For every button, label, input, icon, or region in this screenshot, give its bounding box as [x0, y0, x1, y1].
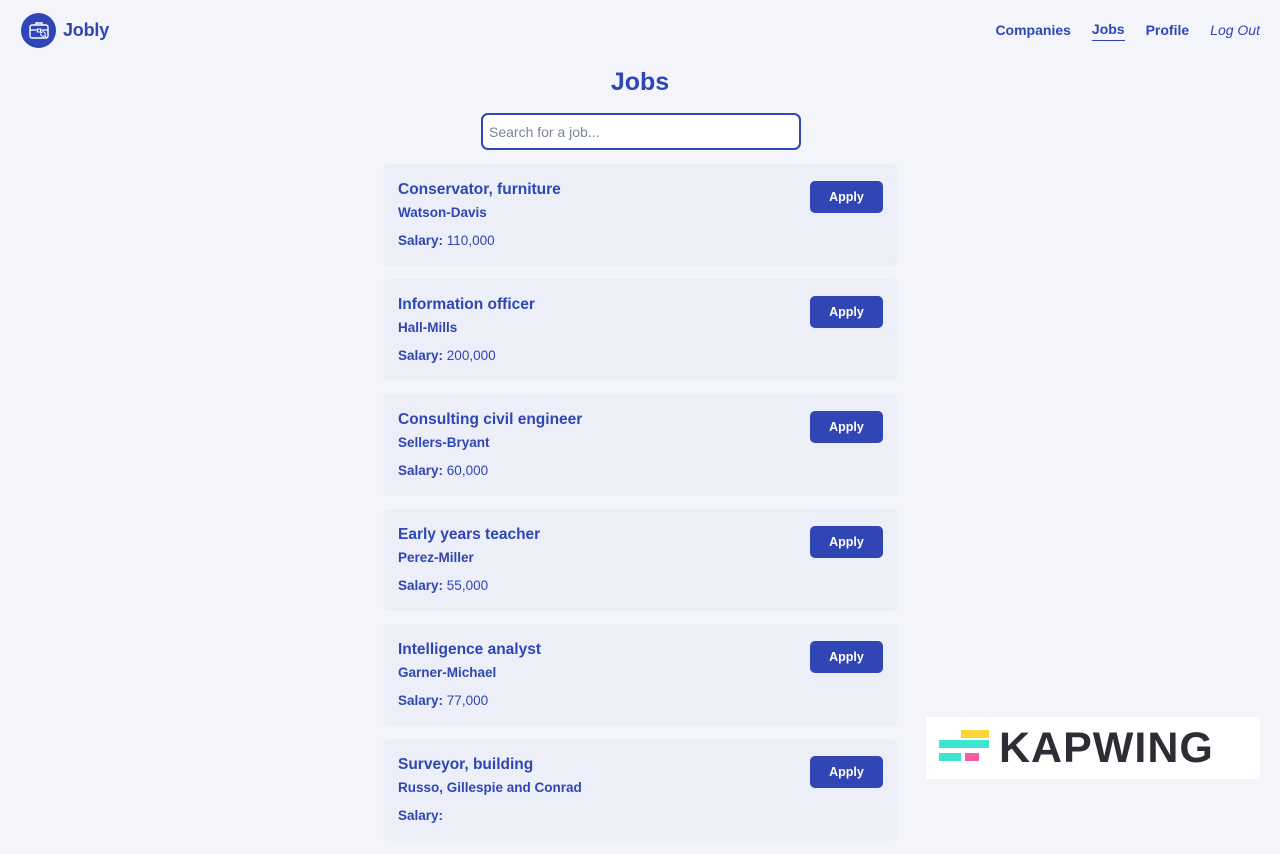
salary-label: Salary:: [398, 348, 444, 363]
job-card: Information officer Hall-Mills Salary: 2…: [384, 279, 897, 380]
navbar: Jobly Companies Jobs Profile Log Out: [0, 0, 1280, 60]
job-title: Information officer: [398, 296, 535, 313]
job-card: Surveyor, building Russo, Gillespie and …: [384, 739, 897, 840]
job-title: Intelligence analyst: [398, 641, 541, 658]
job-list: Conservator, furniture Watson-Davis Sala…: [384, 164, 897, 854]
salary-label: Salary:: [398, 463, 444, 478]
salary-value: 200,000: [446, 348, 496, 363]
brand-link[interactable]: Jobly: [21, 12, 109, 48]
job-salary: Salary: 77,000: [398, 693, 488, 708]
job-title: Consulting civil engineer: [398, 411, 583, 428]
job-salary: Salary: 110,000: [398, 233, 495, 248]
salary-label: Salary:: [398, 233, 444, 248]
job-company: Perez-Miller: [398, 550, 474, 565]
apply-button[interactable]: Apply: [810, 411, 883, 443]
job-card: Conservator, furniture Watson-Davis Sala…: [384, 164, 897, 265]
job-company: Hall-Mills: [398, 320, 458, 335]
salary-label: Salary:: [398, 693, 444, 708]
job-card: Early years teacher Perez-Miller Salary:…: [384, 509, 897, 610]
job-card: Consulting civil engineer Sellers-Bryant…: [384, 394, 897, 495]
job-salary: Salary:: [398, 808, 443, 823]
nav-profile[interactable]: Profile: [1146, 21, 1190, 41]
nav-companies[interactable]: Companies: [995, 21, 1070, 41]
kapwing-wordmark: KAPWING: [999, 724, 1214, 772]
job-title: Surveyor, building: [398, 756, 534, 773]
nav-links: Companies Jobs Profile Log Out: [974, 20, 1260, 41]
job-company: Russo, Gillespie and Conrad: [398, 780, 582, 795]
apply-button[interactable]: Apply: [810, 526, 883, 558]
apply-button[interactable]: Apply: [810, 296, 883, 328]
brand-name: Jobly: [63, 19, 110, 40]
apply-button[interactable]: Apply: [810, 756, 883, 788]
page-title: Jobs: [610, 68, 670, 96]
job-salary: Salary: 55,000: [398, 578, 488, 593]
job-salary: Salary: 200,000: [398, 348, 496, 363]
salary-value: 60,000: [446, 463, 489, 478]
job-card: Intelligence analyst Garner-Michael Sala…: [384, 624, 897, 725]
apply-button[interactable]: Apply: [810, 641, 883, 673]
salary-value: 55,000: [446, 578, 489, 593]
kapwing-watermark: KAPWING: [926, 717, 1260, 779]
salary-label: Salary:: [398, 578, 444, 593]
job-company: Watson-Davis: [398, 205, 487, 220]
job-company: Sellers-Bryant: [398, 435, 490, 450]
search-input[interactable]: [481, 113, 801, 150]
job-title: Early years teacher: [398, 526, 541, 543]
salary-value: 77,000: [446, 693, 489, 708]
salary-value: 110,000: [446, 233, 495, 248]
job-title: Conservator, furniture: [398, 181, 561, 198]
apply-button[interactable]: Apply: [810, 181, 883, 213]
job-salary: Salary: 60,000: [398, 463, 488, 478]
salary-label: Salary:: [398, 808, 444, 823]
job-company: Garner-Michael: [398, 665, 497, 680]
kapwing-logo-icon: [937, 727, 991, 770]
briefcase-icon: [21, 12, 56, 48]
nav-logout[interactable]: Log Out: [1210, 21, 1260, 41]
nav-jobs[interactable]: Jobs: [1091, 20, 1125, 41]
